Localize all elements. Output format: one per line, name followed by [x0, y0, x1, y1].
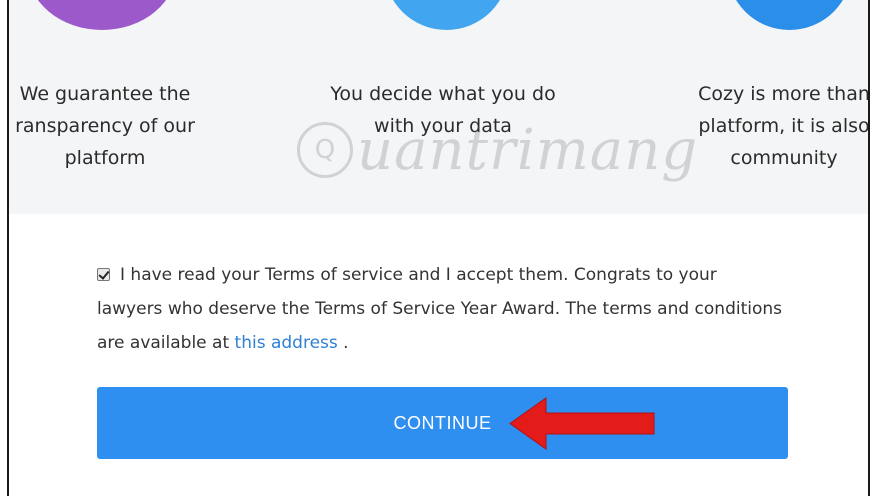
feature-text-line: platform, it is also	[698, 115, 868, 137]
feature-circle-lightblue	[384, 0, 509, 30]
feature-text-line: We guarantee the	[19, 83, 191, 105]
feature-text-line: You decide what you do	[330, 83, 556, 105]
feature-text-line: Cozy is more than	[698, 83, 868, 105]
feature-community: Cozy is more than platform, it is also c…	[669, 78, 868, 174]
features-section: We guarantee the ransparency of our plat…	[9, 0, 868, 214]
page: We guarantee the ransparency of our plat…	[0, 0, 870, 496]
watermark-text: uantrimang	[357, 117, 699, 183]
watermark: Q uantrimang	[297, 110, 698, 190]
terms-agreement: I have read your Terms of service and I …	[97, 258, 787, 360]
feature-text-line: community	[730, 147, 838, 169]
feature-circle-purple	[27, 0, 177, 30]
terms-link[interactable]: this address	[235, 333, 338, 353]
terms-checkbox[interactable]	[97, 268, 110, 281]
continue-label: CONTINUE	[393, 412, 492, 433]
feature-transparency: We guarantee the ransparency of our plat…	[9, 78, 205, 174]
feature-text-line: platform	[64, 147, 146, 169]
red-arrow-icon	[509, 397, 655, 450]
terms-suffix: .	[337, 333, 349, 353]
watermark-badge-icon: Q	[297, 122, 353, 178]
continue-button[interactable]: CONTINUE	[97, 387, 788, 459]
feature-circle-blue	[727, 0, 852, 30]
feature-text-line: ransparency of our	[15, 115, 195, 137]
terms-text: I have read your Terms of service and I …	[97, 265, 783, 353]
